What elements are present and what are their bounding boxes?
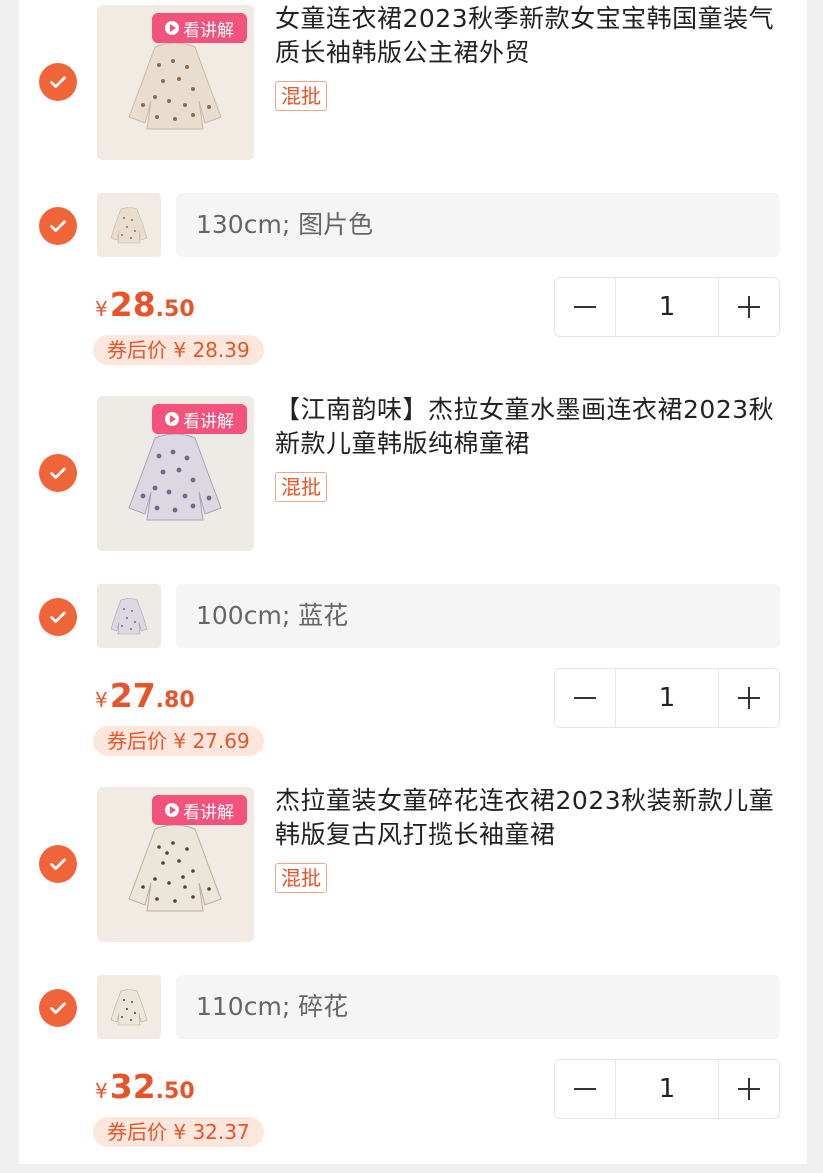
cart-item: 看讲解 杰拉童装女童碎花连衣裙2023秋装新款儿童韩版复古风打揽长袖童裙 混批 … [19,782,807,1173]
plus-icon [738,1078,760,1100]
item-price: ¥ 27 .80 [95,676,195,715]
coupon-label: 券后价 [107,1120,167,1144]
sku-spec-selector[interactable]: 130cm; 图片色 [176,193,780,257]
decrease-quantity-button[interactable] [555,1060,615,1118]
decrease-quantity-button[interactable] [555,669,615,727]
item-price: ¥ 28 .50 [95,285,195,324]
coupon-label: 券后价 [107,729,167,753]
video-explain-label: 看讲解 [183,20,234,41]
dress-thumbnail [97,584,161,648]
sku-spec-selector[interactable]: 110cm; 碎花 [176,975,780,1039]
mixed-batch-tag: 混批 [275,81,327,111]
coupon-price-badge: 券后价 ¥ 32.37 [93,1117,264,1147]
price-integer: 32 [109,1067,156,1106]
coupon-price: ¥ 28.39 [173,338,250,362]
price-decimal: .50 [155,297,195,322]
cart-item: 看讲解 【江南韵味】杰拉女童水墨画连衣裙2023秋新款儿童韩版纯棉童裙 混批 1… [19,391,807,782]
increase-quantity-button[interactable] [719,278,779,336]
video-explain-badge[interactable]: 看讲解 [152,404,247,434]
product-image[interactable]: 看讲解 [97,396,254,551]
quantity-stepper: 1 [554,1059,780,1119]
coupon-price-badge: 券后价 ¥ 27.69 [93,726,264,756]
product-title[interactable]: 女童连衣裙2023秋季新款女宝宝韩国童装气质长袖韩版公主裙外贸 [275,2,790,70]
price-integer: 28 [109,285,156,324]
sku-image[interactable] [97,584,161,648]
play-icon [165,412,179,426]
decrease-quantity-button[interactable] [555,278,615,336]
item-select-checkbox[interactable] [39,454,77,492]
sku-select-checkbox[interactable] [39,989,77,1027]
increase-quantity-button[interactable] [719,669,779,727]
mixed-batch-tag: 混批 [275,863,327,893]
play-icon [165,21,179,35]
video-explain-badge[interactable]: 看讲解 [152,795,247,825]
price-decimal: .80 [155,688,195,713]
item-select-checkbox[interactable] [39,63,77,101]
minus-icon [574,306,596,308]
check-icon [50,467,66,479]
sku-select-checkbox[interactable] [39,598,77,636]
coupon-price-badge: 券后价 ¥ 28.39 [93,335,264,365]
increase-quantity-button[interactable] [719,1060,779,1118]
sku-image[interactable] [97,975,161,1039]
product-image[interactable]: 看讲解 [97,787,254,942]
sku-image[interactable] [97,193,161,257]
coupon-label: 券后价 [107,338,167,362]
dress-thumbnail [97,975,161,1039]
dress-thumbnail [97,193,161,257]
cart-item: 看讲解 女童连衣裙2023秋季新款女宝宝韩国童装气质长袖韩版公主裙外贸 混批 1… [19,0,807,391]
coupon-price: ¥ 32.37 [173,1120,250,1144]
price-currency: ¥ [95,297,108,321]
price-currency: ¥ [95,1079,108,1103]
sku-spec-selector[interactable]: 100cm; 蓝花 [176,584,780,648]
minus-icon [574,697,596,699]
check-icon [50,611,66,623]
plus-icon [738,296,760,318]
mixed-batch-tag: 混批 [275,472,327,502]
check-icon [50,858,66,870]
item-select-checkbox[interactable] [39,845,77,883]
video-explain-badge[interactable]: 看讲解 [152,13,247,43]
quantity-stepper: 1 [554,277,780,337]
quantity-input[interactable]: 1 [615,1060,719,1118]
minus-icon [574,1088,596,1090]
item-price: ¥ 32 .50 [95,1067,195,1106]
check-icon [50,1002,66,1014]
sku-select-checkbox[interactable] [39,207,77,245]
product-image[interactable]: 看讲解 [97,5,254,160]
price-integer: 27 [109,676,156,715]
play-icon [165,803,179,817]
quantity-stepper: 1 [554,668,780,728]
price-decimal: .50 [155,1079,195,1104]
product-title[interactable]: 杰拉童装女童碎花连衣裙2023秋装新款儿童韩版复古风打揽长袖童裙 [275,784,790,852]
quantity-input[interactable]: 1 [615,669,719,727]
quantity-input[interactable]: 1 [615,278,719,336]
coupon-price: ¥ 27.69 [173,729,250,753]
cart-list: 看讲解 女童连衣裙2023秋季新款女宝宝韩国童装气质长袖韩版公主裙外贸 混批 1… [19,0,807,1164]
check-icon [50,76,66,88]
plus-icon [738,687,760,709]
video-explain-label: 看讲解 [183,411,234,432]
price-currency: ¥ [95,688,108,712]
video-explain-label: 看讲解 [183,802,234,823]
check-icon [50,220,66,232]
product-title[interactable]: 【江南韵味】杰拉女童水墨画连衣裙2023秋新款儿童韩版纯棉童裙 [275,393,790,461]
